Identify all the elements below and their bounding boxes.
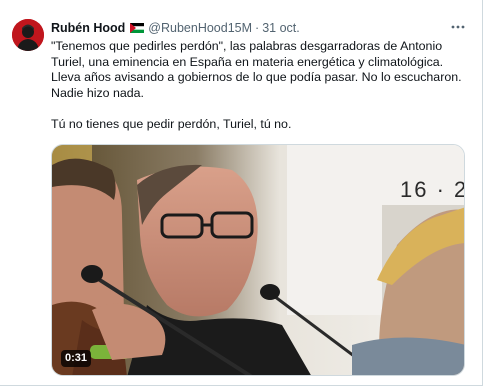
more-horizontal-icon[interactable] [448,18,468,36]
tweet-card[interactable]: Rubén Hood @RubenHood15M · 31 oct. "Tene… [0,0,483,386]
palestine-flag-icon [130,23,145,33]
tweet-text-line: Nadie hizo nada. [51,85,144,100]
tweet-text-line: Lleva años avisando a gobiernos de lo qu… [51,70,462,84]
author-name[interactable]: Rubén Hood [51,21,125,35]
tweet-text-line: "Tenemos que pedirles perdón", las palab… [51,39,443,53]
video-player[interactable]: 16 · 22 [51,144,465,376]
video-duration-badge: 0:31 [61,350,92,367]
tweet-date[interactable]: 31 oct. [262,21,300,35]
tweet-text-line: Tú no tienes que pedir perdón, Turiel, t… [51,116,292,131]
tweet-text: "Tenemos que pedirles perdón", las palab… [51,39,471,132]
header-separator: · [255,21,260,35]
tweet-header: Rubén Hood @RubenHood15M · 31 oct. [51,19,300,37]
background-sign-text: 16 · 22 [400,177,465,202]
avatar[interactable] [12,19,44,51]
tweet-text-line: Turiel, una eminencia en España en mater… [51,54,444,69]
author-handle[interactable]: @RubenHood15M [148,21,252,35]
